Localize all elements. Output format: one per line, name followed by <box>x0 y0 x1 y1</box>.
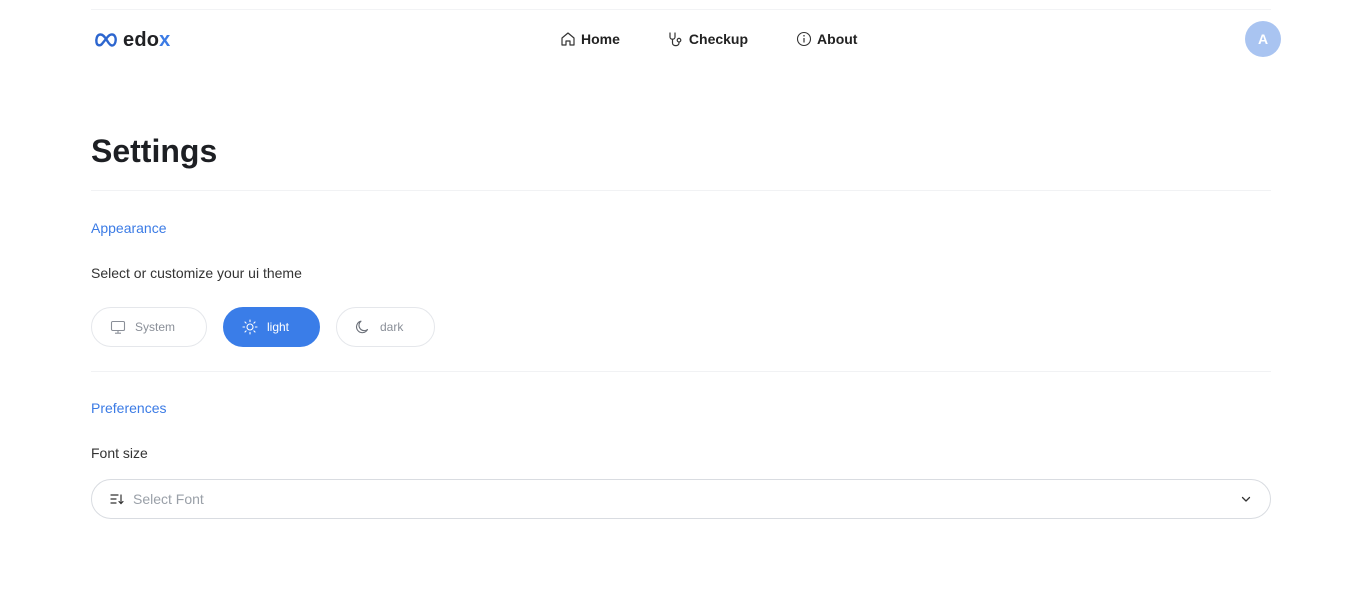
font-size-label: Font size <box>91 445 148 461</box>
nav-item-about[interactable]: About <box>796 31 857 47</box>
sun-icon <box>242 319 258 335</box>
theme-option-label: System <box>135 320 176 334</box>
theme-description: Select or customize your ui theme <box>91 265 302 281</box>
user-avatar[interactable]: A <box>1245 21 1281 57</box>
theme-selector: System light dark <box>91 307 451 347</box>
infinity-logo-icon <box>95 33 117 47</box>
brand-logo[interactable]: edox <box>94 28 171 52</box>
home-icon <box>561 32 575 46</box>
theme-option-dark[interactable]: dark <box>336 307 435 347</box>
nav-item-home[interactable]: Home <box>560 31 620 47</box>
title-divider <box>91 190 1271 191</box>
stethoscope-icon <box>669 31 682 46</box>
main-nav: Home Checkup About <box>560 28 857 50</box>
monitor-icon <box>110 320 126 334</box>
sort-icon <box>110 494 124 505</box>
nav-item-checkup[interactable]: Checkup <box>668 31 748 48</box>
page-title: Settings <box>91 133 218 169</box>
top-navbar: edox Home Checkup About A <box>0 10 1366 68</box>
appearance-section-title: Appearance <box>91 220 167 236</box>
theme-option-light[interactable]: light <box>223 307 320 347</box>
info-icon <box>796 31 812 47</box>
theme-option-label: light <box>267 320 290 334</box>
theme-option-label: dark <box>380 320 404 334</box>
nav-item-label: Home <box>581 31 620 47</box>
preferences-section-title: Preferences <box>91 400 167 416</box>
chevron-down-icon[interactable] <box>1240 493 1252 505</box>
moon-icon <box>356 320 369 334</box>
nav-item-label: Checkup <box>688 31 749 47</box>
font-select[interactable]: Select Font <box>91 479 1271 519</box>
nav-item-label: About <box>817 31 858 47</box>
section-divider <box>91 371 1271 372</box>
brand-name: edox <box>123 29 171 51</box>
theme-option-system[interactable]: System <box>91 307 207 347</box>
font-select-placeholder: Select Font <box>133 491 204 507</box>
